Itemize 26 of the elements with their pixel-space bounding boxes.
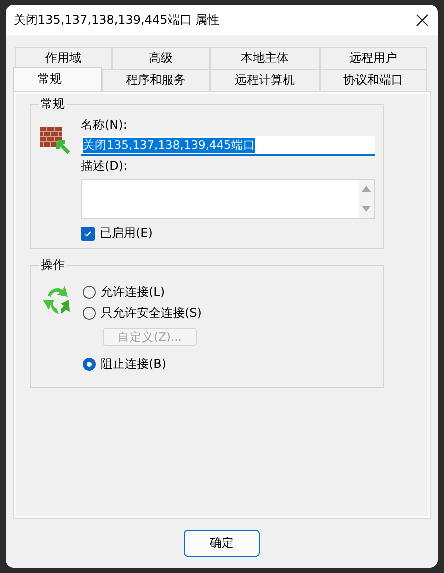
tab[interactable]: 作用域	[15, 47, 112, 69]
group-title: 操作	[40, 257, 66, 274]
option-label: 允许连接(L)	[101, 284, 166, 301]
tab[interactable]: 本地主体	[210, 47, 320, 69]
close-icon[interactable]	[416, 14, 429, 26]
enabled-label: 已启用(E)	[100, 225, 153, 242]
tab[interactable]: 远程计算机	[210, 69, 320, 91]
checkbox[interactable]	[81, 226, 95, 240]
radio-button[interactable]	[83, 307, 96, 320]
tab[interactable]: 程序和服务	[102, 69, 210, 91]
option-label: 阻止连接(B)	[101, 356, 167, 373]
description-label: 描述(D):	[81, 158, 129, 175]
option-label: 只允许安全连接(S)	[101, 305, 202, 322]
radio-button[interactable]	[83, 286, 96, 299]
name-field[interactable]: 关闭135,137,138,139,445端口	[81, 136, 375, 156]
window-title: 关闭135,137,138,139,445端口 属性	[14, 12, 220, 28]
tab[interactable]: 常规	[13, 67, 102, 91]
tab[interactable]: 远程用户	[320, 47, 427, 69]
group-title: 常规	[40, 96, 66, 113]
radio-button[interactable]	[83, 358, 96, 371]
ok-button[interactable]: 确定	[184, 530, 260, 557]
tab[interactable]: 协议和端口	[320, 69, 427, 91]
name-label: 名称(N):	[81, 117, 128, 134]
description-field[interactable]	[81, 179, 375, 219]
tab[interactable]: 高级	[112, 47, 210, 69]
check-icon	[83, 228, 93, 238]
